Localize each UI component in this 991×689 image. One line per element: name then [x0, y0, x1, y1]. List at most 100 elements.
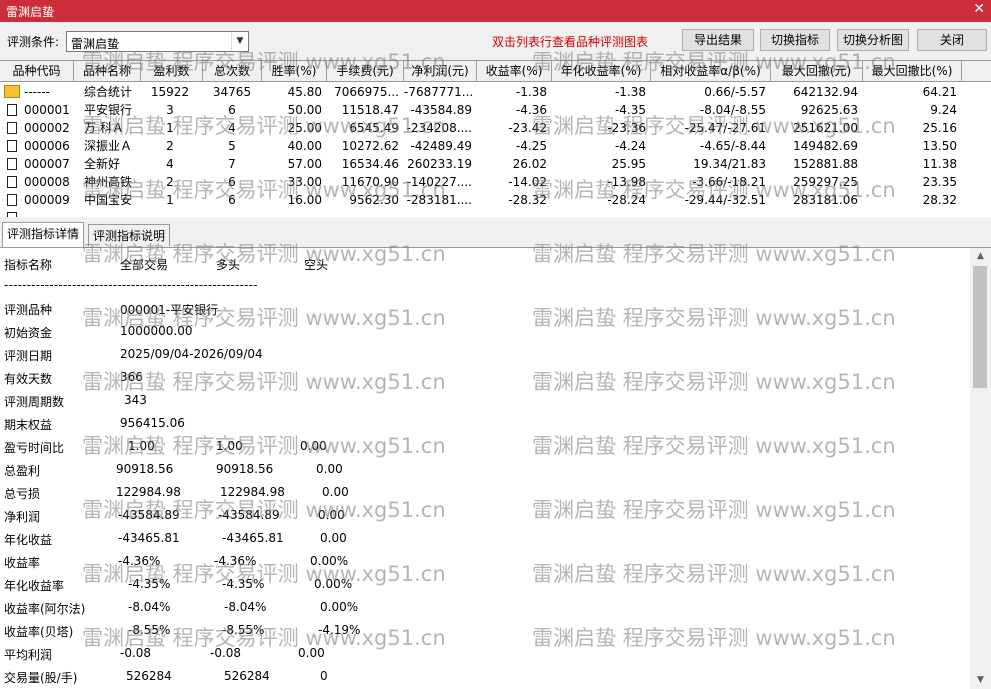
- cell-profit-count: 15922: [150, 85, 190, 99]
- results-table[interactable]: 品种代码 品种名称 盈利数 总次数 胜率(%) 手续费(元) 净利润(元) 收益…: [0, 60, 991, 218]
- cell-net-profit: -43584.89: [410, 103, 472, 117]
- detail-header-short: 空头: [304, 258, 329, 272]
- checkbox-icon[interactable]: [7, 122, 17, 134]
- header-profit-count[interactable]: 盈利数: [141, 61, 203, 81]
- metric-all: 122984.98: [116, 485, 181, 499]
- cell-profit-count: 1: [166, 121, 174, 135]
- metric-short: 0.00%: [310, 554, 349, 568]
- cell-max-drawdown-ratio: 25.16: [922, 121, 957, 135]
- cell-max-drawdown: 149482.69: [793, 139, 858, 153]
- cell-relative-return: 19.34/21.83: [693, 157, 766, 171]
- header-max-drawdown[interactable]: 最大回撤(元): [771, 61, 863, 81]
- cell-code: ------: [24, 85, 50, 99]
- cell-max-drawdown-ratio: 9.24: [930, 103, 957, 117]
- detail-header-all: 全部交易: [120, 258, 169, 272]
- condition-select-value: 雷渊启蛰: [71, 37, 120, 51]
- table-row[interactable]: 000001 平安银行 3 6 50.00 11518.47 -43584.89…: [0, 101, 991, 119]
- switch-index-button[interactable]: 切换指标: [760, 29, 830, 51]
- checkbox-icon[interactable]: [7, 176, 17, 188]
- cell-win-rate: 50.00: [287, 103, 322, 117]
- table-row[interactable]: 000008 神州高铁 2 6 33.00 11670.90 -140227..…: [0, 173, 991, 191]
- up-arrow-icon[interactable]: ▲: [970, 248, 991, 265]
- metric-short: 0.00: [318, 508, 345, 522]
- close-icon[interactable]: ✕: [973, 1, 985, 17]
- table-row[interactable]: 000007 全新好 4 7 57.00 16534.46 260233.19 …: [0, 155, 991, 173]
- metric-label: 总亏损: [4, 487, 41, 501]
- cell-annual-return: -13.98: [607, 175, 646, 189]
- cell-name: 万 科Ａ: [84, 121, 124, 135]
- header-total-count[interactable]: 总次数: [203, 61, 262, 81]
- cell-fee: 10272.62: [341, 139, 399, 153]
- table-row[interactable]: 000002 万 科Ａ 1 4 25.00 6545.49 -234208...…: [0, 119, 991, 137]
- metric-all: -8.55%: [128, 623, 171, 637]
- cell-annual-return: -23.36: [607, 121, 646, 135]
- switch-chart-button[interactable]: 切换分析图: [837, 29, 909, 51]
- chevron-down-icon[interactable]: ▼: [231, 32, 248, 51]
- metric-all: -0.08: [120, 646, 152, 660]
- cell-total-count: 6: [228, 175, 236, 189]
- metric-all: -43465.81: [118, 531, 180, 545]
- checkbox-icon[interactable]: [7, 140, 17, 152]
- metric-long: -4.36%: [214, 554, 257, 568]
- scrollbar-thumb[interactable]: [973, 266, 987, 388]
- metric-all: -4.35%: [128, 577, 171, 591]
- cell-return: -4.36: [515, 103, 547, 117]
- metric-short: 0.00: [320, 531, 347, 545]
- header-win-rate[interactable]: 胜率(%): [262, 61, 327, 81]
- metric-long: -8.04%: [224, 600, 267, 614]
- header-return[interactable]: 收益率(%): [477, 61, 552, 81]
- down-arrow-icon[interactable]: ▼: [970, 672, 991, 689]
- condition-select[interactable]: 雷渊启蛰 ▼: [66, 31, 249, 52]
- cell-total-count: 5: [228, 139, 236, 153]
- info-value: 000001-平安银行: [120, 303, 219, 317]
- cell-name: 综合统计: [84, 85, 133, 99]
- header-max-drawdown-ratio[interactable]: 最大回撤比(%): [863, 61, 962, 81]
- condition-label: 评测条件:: [7, 35, 60, 49]
- cell-net-profit: 260233.19: [407, 157, 472, 171]
- table-row-summary[interactable]: ------ 综合统计 15922 34765 45.80 7066975...…: [0, 83, 991, 101]
- header-annual-return[interactable]: 年化收益率(%): [552, 61, 651, 81]
- metric-all: -4.36%: [118, 554, 161, 568]
- table-row[interactable]: 000006 深振业Ａ 2 5 40.00 10272.62 -42489.49…: [0, 137, 991, 155]
- cell-fee: 7066975...: [334, 85, 399, 99]
- cell-max-drawdown-ratio: 11.38: [922, 157, 957, 171]
- window-title: 雷渊启蛰: [6, 5, 55, 19]
- cell-max-drawdown-ratio: 28.32: [922, 193, 957, 207]
- cell-win-rate: 16.00: [287, 193, 322, 207]
- metric-long: 122984.98: [220, 485, 285, 499]
- info-label: 有效天数: [4, 372, 53, 386]
- header-relative-return[interactable]: 相对收益率α/β(%): [651, 61, 771, 81]
- metric-all: 1.00: [128, 439, 155, 453]
- metric-all: 526284: [126, 669, 172, 683]
- header-code[interactable]: 品种代码: [0, 61, 74, 81]
- cell-max-drawdown: 251621.00: [793, 121, 858, 135]
- metric-label: 交易量(股/手): [4, 671, 78, 685]
- cell-profit-count: 4: [166, 157, 174, 171]
- cell-net-profit: -234208....: [406, 121, 472, 135]
- checkbox-icon[interactable]: [7, 158, 17, 170]
- close-button[interactable]: 关闭: [917, 29, 987, 51]
- metric-label: 收益率(阿尔法): [4, 602, 86, 616]
- cell-fee: 11670.90: [341, 175, 399, 189]
- metric-long: 526284: [224, 669, 270, 683]
- metric-label: 收益率: [4, 556, 41, 570]
- export-button[interactable]: 导出结果: [682, 29, 754, 51]
- cell-code: 000006: [24, 139, 70, 153]
- header-fee[interactable]: 手续费(元): [327, 61, 404, 81]
- cell-fee: 16534.46: [341, 157, 399, 171]
- cell-relative-return: 0.66/-5.57: [704, 85, 766, 99]
- tab-explanation[interactable]: 评测指标说明: [88, 224, 171, 246]
- cell-profit-count: 2: [166, 139, 174, 153]
- detail-scrollbar[interactable]: ▲ ▼: [970, 248, 991, 689]
- checkbox-icon[interactable]: [7, 194, 17, 206]
- metric-long: -8.55%: [222, 623, 265, 637]
- checkbox-icon[interactable]: [7, 104, 17, 116]
- cell-annual-return: -4.24: [614, 139, 646, 153]
- header-net-profit[interactable]: 净利润(元): [404, 61, 477, 81]
- cell-code: 000007: [24, 157, 70, 171]
- metric-long: -43584.89: [218, 508, 280, 522]
- cell-return: -1.38: [515, 85, 547, 99]
- header-name[interactable]: 品种名称: [74, 61, 141, 81]
- table-row[interactable]: 000009 中国宝安 1 6 16.00 9562.30 -283181...…: [0, 191, 991, 209]
- tab-detail[interactable]: 评测指标详情: [2, 222, 85, 247]
